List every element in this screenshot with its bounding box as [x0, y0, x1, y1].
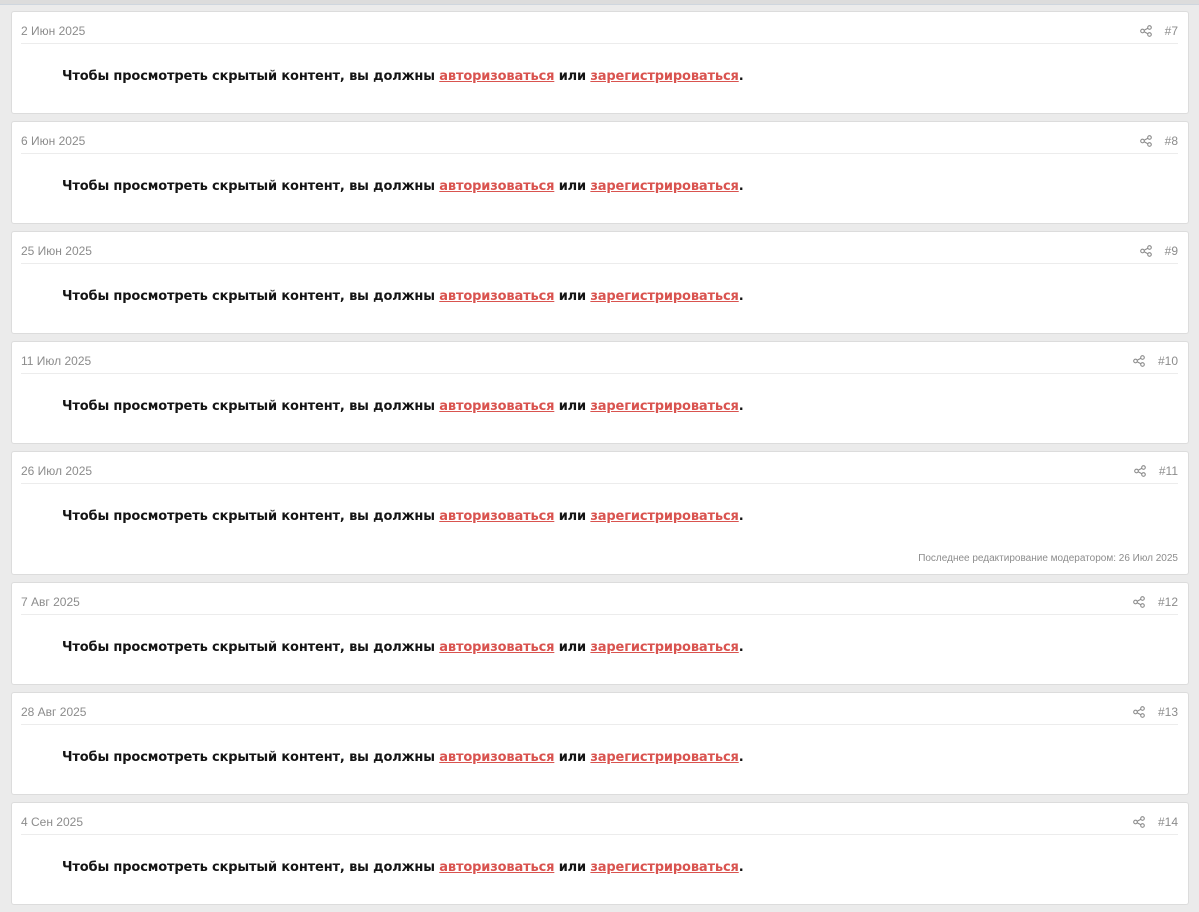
hidden-content-notice: Чтобы просмотреть скрытый контент, вы до…: [62, 399, 744, 415]
hidden-content-notice: Чтобы просмотреть скрытый контент, вы до…: [62, 640, 744, 656]
register-link[interactable]: зарегистрироваться: [590, 289, 739, 304]
notice-text: или: [554, 69, 591, 84]
post-number-link[interactable]: #9: [1165, 244, 1178, 258]
share-icon[interactable]: [1134, 465, 1146, 477]
notice-text: Чтобы просмотреть скрытый контент, вы до…: [62, 69, 440, 84]
notice-text: .: [738, 289, 744, 304]
login-link[interactable]: авторизоваться: [439, 69, 554, 84]
post-date[interactable]: 7 Авг 2025: [21, 595, 80, 609]
post-date[interactable]: 11 Июл 2025: [21, 354, 91, 368]
notice-text: или: [554, 640, 591, 655]
post-number-link[interactable]: #13: [1158, 705, 1178, 719]
post-number-link[interactable]: #10: [1158, 354, 1178, 368]
post-date[interactable]: 4 Сен 2025: [21, 815, 83, 829]
notice-text: Чтобы просмотреть скрытый контент, вы до…: [62, 509, 440, 524]
post: 26 Июл 2025 #11 Чтобы просмотреть скрыты…: [11, 451, 1189, 575]
notice-text: .: [738, 399, 744, 414]
post-header: 25 Июн 2025 #9: [21, 232, 1178, 264]
register-link[interactable]: зарегистрироваться: [590, 860, 739, 875]
post-number-link[interactable]: #11: [1159, 464, 1178, 478]
post-date[interactable]: 2 Июн 2025: [21, 24, 85, 38]
post-actions: #8: [1139, 133, 1178, 149]
post-header: 26 Июл 2025 #11: [21, 452, 1178, 484]
post-date[interactable]: 6 Июн 2025: [21, 134, 85, 148]
post: 7 Авг 2025 #12 Чтобы просмотреть скрытый…: [11, 582, 1189, 685]
share-icon[interactable]: [1133, 596, 1145, 608]
post-actions: #12: [1133, 594, 1178, 610]
notice-text: Чтобы просмотреть скрытый контент, вы до…: [62, 860, 440, 875]
post-actions: #9: [1139, 243, 1178, 259]
notice-text: .: [738, 179, 744, 194]
share-icon[interactable]: [1133, 355, 1145, 367]
post-actions: #13: [1133, 704, 1178, 720]
login-link[interactable]: авторизоваться: [439, 179, 554, 194]
notice-text: Чтобы просмотреть скрытый контент, вы до…: [62, 289, 440, 304]
login-link[interactable]: авторизоваться: [439, 509, 554, 524]
notice-text: .: [738, 509, 744, 524]
post-actions: #7: [1139, 23, 1178, 39]
register-link[interactable]: зарегистрироваться: [590, 179, 739, 194]
login-link[interactable]: авторизоваться: [439, 640, 554, 655]
post: 11 Июл 2025 #10 Чтобы просмотреть скрыты…: [11, 341, 1189, 444]
post-actions: #10: [1133, 353, 1178, 369]
login-link[interactable]: авторизоваться: [439, 399, 554, 414]
post-actions: #11: [1134, 463, 1178, 479]
post-list: 2 Июн 2025 #7 Чтобы просмотреть скрытый …: [11, 11, 1189, 912]
notice-text: Чтобы просмотреть скрытый контент, вы до…: [62, 750, 440, 765]
notice-text: .: [738, 69, 744, 84]
share-icon[interactable]: [1133, 816, 1145, 828]
notice-text: или: [554, 860, 591, 875]
notice-text: или: [554, 399, 591, 414]
notice-text: .: [738, 640, 744, 655]
register-link[interactable]: зарегистрироваться: [590, 640, 739, 655]
hidden-content-notice: Чтобы просмотреть скрытый контент, вы до…: [62, 860, 744, 876]
post-date[interactable]: 28 Авг 2025: [21, 705, 86, 719]
register-link[interactable]: зарегистрироваться: [590, 399, 739, 414]
hidden-content-notice: Чтобы просмотреть скрытый контент, вы до…: [62, 179, 744, 195]
notice-text: или: [554, 509, 591, 524]
post: 4 Сен 2025 #14 Чтобы просмотреть скрытый…: [11, 802, 1189, 905]
login-link[interactable]: авторизоваться: [439, 750, 554, 765]
post-number-link[interactable]: #8: [1165, 134, 1178, 148]
post-header: 2 Июн 2025 #7: [21, 12, 1178, 44]
share-icon[interactable]: [1139, 25, 1152, 37]
post-header: 7 Авг 2025 #12: [21, 583, 1178, 615]
post-date[interactable]: 25 Июн 2025: [21, 244, 92, 258]
register-link[interactable]: зарегистрироваться: [590, 750, 739, 765]
top-border-strip: [0, 0, 1199, 5]
register-link[interactable]: зарегистрироваться: [590, 69, 739, 84]
share-icon[interactable]: [1139, 135, 1152, 147]
login-link[interactable]: авторизоваться: [439, 860, 554, 875]
notice-text: или: [554, 179, 591, 194]
notice-text: .: [738, 860, 744, 875]
notice-text: или: [554, 289, 591, 304]
last-edit-note: Последнее редактирование модератором: 26…: [918, 553, 1178, 564]
post-number-link[interactable]: #7: [1165, 24, 1178, 38]
notice-text: Чтобы просмотреть скрытый контент, вы до…: [62, 640, 440, 655]
hidden-content-notice: Чтобы просмотреть скрытый контент, вы до…: [62, 289, 744, 305]
login-link[interactable]: авторизоваться: [439, 289, 554, 304]
hidden-content-notice: Чтобы просмотреть скрытый контент, вы до…: [62, 509, 744, 525]
notice-text: или: [554, 750, 591, 765]
post: 6 Июн 2025 #8 Чтобы просмотреть скрытый …: [11, 121, 1189, 224]
notice-text: .: [738, 750, 744, 765]
post-number-link[interactable]: #14: [1158, 815, 1178, 829]
share-icon[interactable]: [1139, 245, 1152, 257]
post-number-link[interactable]: #12: [1158, 595, 1178, 609]
post-header: 4 Сен 2025 #14: [21, 803, 1178, 835]
hidden-content-notice: Чтобы просмотреть скрытый контент, вы до…: [62, 750, 744, 766]
share-icon[interactable]: [1133, 706, 1145, 718]
post: 28 Авг 2025 #13 Чтобы просмотреть скрыты…: [11, 692, 1189, 795]
post-actions: #14: [1133, 814, 1178, 830]
post-header: 6 Июн 2025 #8: [21, 122, 1178, 154]
notice-text: Чтобы просмотреть скрытый контент, вы до…: [62, 179, 440, 194]
post-date[interactable]: 26 Июл 2025: [21, 464, 92, 478]
hidden-content-notice: Чтобы просмотреть скрытый контент, вы до…: [62, 69, 744, 85]
post-header: 28 Авг 2025 #13: [21, 693, 1178, 725]
post: 2 Июн 2025 #7 Чтобы просмотреть скрытый …: [11, 11, 1189, 114]
register-link[interactable]: зарегистрироваться: [590, 509, 739, 524]
post: 25 Июн 2025 #9 Чтобы просмотреть скрытый…: [11, 231, 1189, 334]
post-header: 11 Июл 2025 #10: [21, 342, 1178, 374]
notice-text: Чтобы просмотреть скрытый контент, вы до…: [62, 399, 440, 414]
